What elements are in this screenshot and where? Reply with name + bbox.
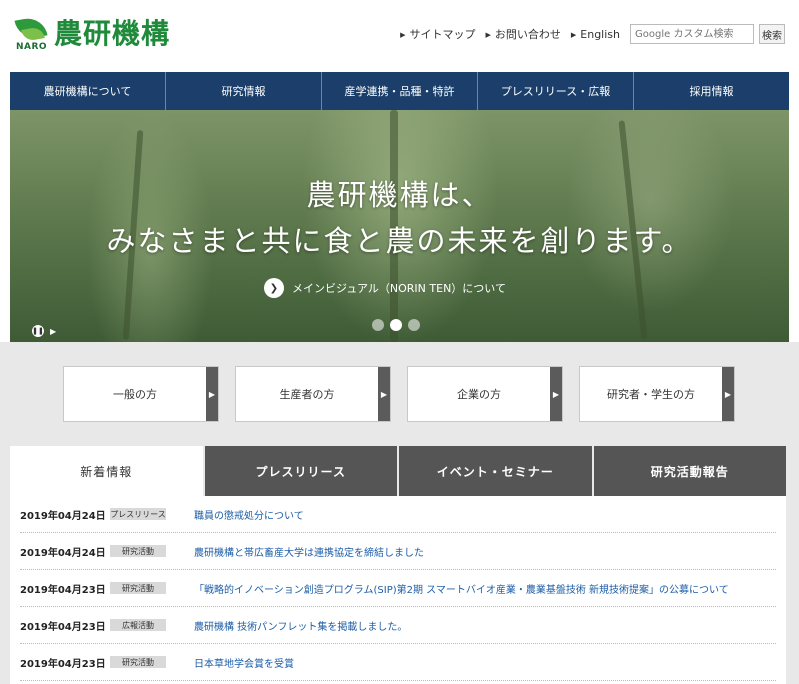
utility-links: サイトマップ お問い合わせ English 検索 [400,24,785,44]
play-icon[interactable]: ▶ [50,327,56,336]
news-item: 2019年04月23日 研究活動 日本草地学会賞を受賞 [20,644,776,681]
news-category-badge: 広報活動 [110,619,166,631]
nav-item-press[interactable]: プレスリリース・広報 [478,72,634,110]
audience-researcher-button[interactable]: 研究者・学生の方 ▶ [579,366,735,422]
logo-title: 農研機構 [54,17,171,50]
slide-indicators [372,319,426,331]
nav-item-careers[interactable]: 採用情報 [634,72,789,110]
news-category-badge: 研究活動 [110,582,166,594]
slide-dot[interactable] [372,319,384,331]
news-date: 2019年04月23日 [20,658,106,670]
nav-item-research[interactable]: 研究情報 [166,72,322,110]
hero-banner: 農研機構は、 みなさまと共に食と農の未来を創ります。 ❯ メインビジュアル（NO… [10,110,789,342]
english-link[interactable]: English [571,28,620,41]
audience-label: 生産者の方 [279,388,335,401]
tab-events[interactable]: イベント・セミナー [397,446,592,496]
news-item: 2019年04月24日 プレスリリース 職員の懲戒処分について [20,496,776,533]
chevron-right-icon: ▶ [722,367,734,421]
main-visual-link[interactable]: ❯ メインビジュアル（NORIN TEN）について [264,278,506,298]
news-date: 2019年04月24日 [20,547,106,559]
logo-naro-text: NARO [16,42,48,52]
news-category-badge: 研究活動 [110,545,166,557]
hero-title-line2: みなさまと共に食と農の未来を創ります。 [106,224,693,258]
slide-dot-active[interactable] [390,319,402,331]
search-button[interactable]: 検索 [759,24,785,44]
news-item: 2019年04月23日 研究活動 「戦略的イノベーション創造プログラム(SIP)… [20,570,776,607]
hero-title-line1: 農研機構は、 [306,178,493,212]
tab-research-reports[interactable]: 研究活動報告 [591,446,786,496]
news-date: 2019年04月23日 [20,584,106,596]
naro-logo[interactable]: NARO 農研機構 [14,14,170,54]
audience-company-button[interactable]: 企業の方 ▶ [407,366,563,422]
news-item: 2019年04月23日 広報活動 農研機構 技術パンフレット集を掲載しました。 [20,607,776,644]
site-header: NARO 農研機構 サイトマップ お問い合わせ English 検索 [0,0,799,72]
news-category-badge: 研究活動 [110,656,166,668]
main-nav: 農研機構について 研究情報 産学連携・品種・特許 プレスリリース・広報 採用情報 [10,72,789,110]
audience-label: 研究者・学生の方 [607,388,695,401]
slide-dot[interactable] [408,319,420,331]
news-date: 2019年04月23日 [20,621,106,633]
nav-item-industry[interactable]: 産学連携・品種・特許 [322,72,478,110]
chevron-right-icon: ▶ [206,367,218,421]
sitemap-link[interactable]: サイトマップ [400,26,475,42]
news-title-link[interactable]: 「戦略的イノベーション創造プログラム(SIP)第2期 スマートバイオ産業・農業基… [194,581,729,596]
news-title-link[interactable]: 農研機構 技術パンフレット集を掲載しました。 [194,618,407,633]
tab-press-release[interactable]: プレスリリース [202,446,397,496]
news-list: 2019年04月24日 プレスリリース 職員の懲戒処分について 2019年04月… [10,496,786,684]
chevron-right-icon: ▶ [550,367,562,421]
chevron-right-icon: ❯ [264,278,284,298]
audience-producer-button[interactable]: 生産者の方 ▶ [235,366,391,422]
news-item: 2019年04月24日 研究活動 農研機構と帯広畜産大学は連携協定を締結しました [20,533,776,570]
news-title-link[interactable]: 職員の懲戒処分について [194,507,304,522]
tab-news[interactable]: 新着情報 [10,446,203,496]
main-visual-link-text: メインビジュアル（NORIN TEN）について [292,282,506,295]
news-date: 2019年04月24日 [20,510,106,522]
news-category-badge: プレスリリース [110,508,166,520]
pause-icon[interactable]: ❚❚ [32,325,44,337]
news-tabs: 新着情報 プレスリリース イベント・セミナー 研究活動報告 [10,446,786,496]
news-title-link[interactable]: 農研機構と帯広畜産大学は連携協定を締結しました [194,544,424,559]
leaf-logo-icon: NARO [14,14,52,54]
search-input[interactable] [630,24,754,44]
audience-general-button[interactable]: 一般の方 ▶ [63,366,219,422]
contact-link[interactable]: お問い合わせ [485,26,561,42]
slideshow-controls: ❚❚ ▶ [32,325,56,337]
audience-label: 一般の方 [113,388,157,401]
news-title-link[interactable]: 日本草地学会賞を受賞 [194,655,294,670]
nav-item-about[interactable]: 農研機構について [10,72,166,110]
chevron-right-icon: ▶ [378,367,390,421]
audience-label: 企業の方 [457,388,501,401]
